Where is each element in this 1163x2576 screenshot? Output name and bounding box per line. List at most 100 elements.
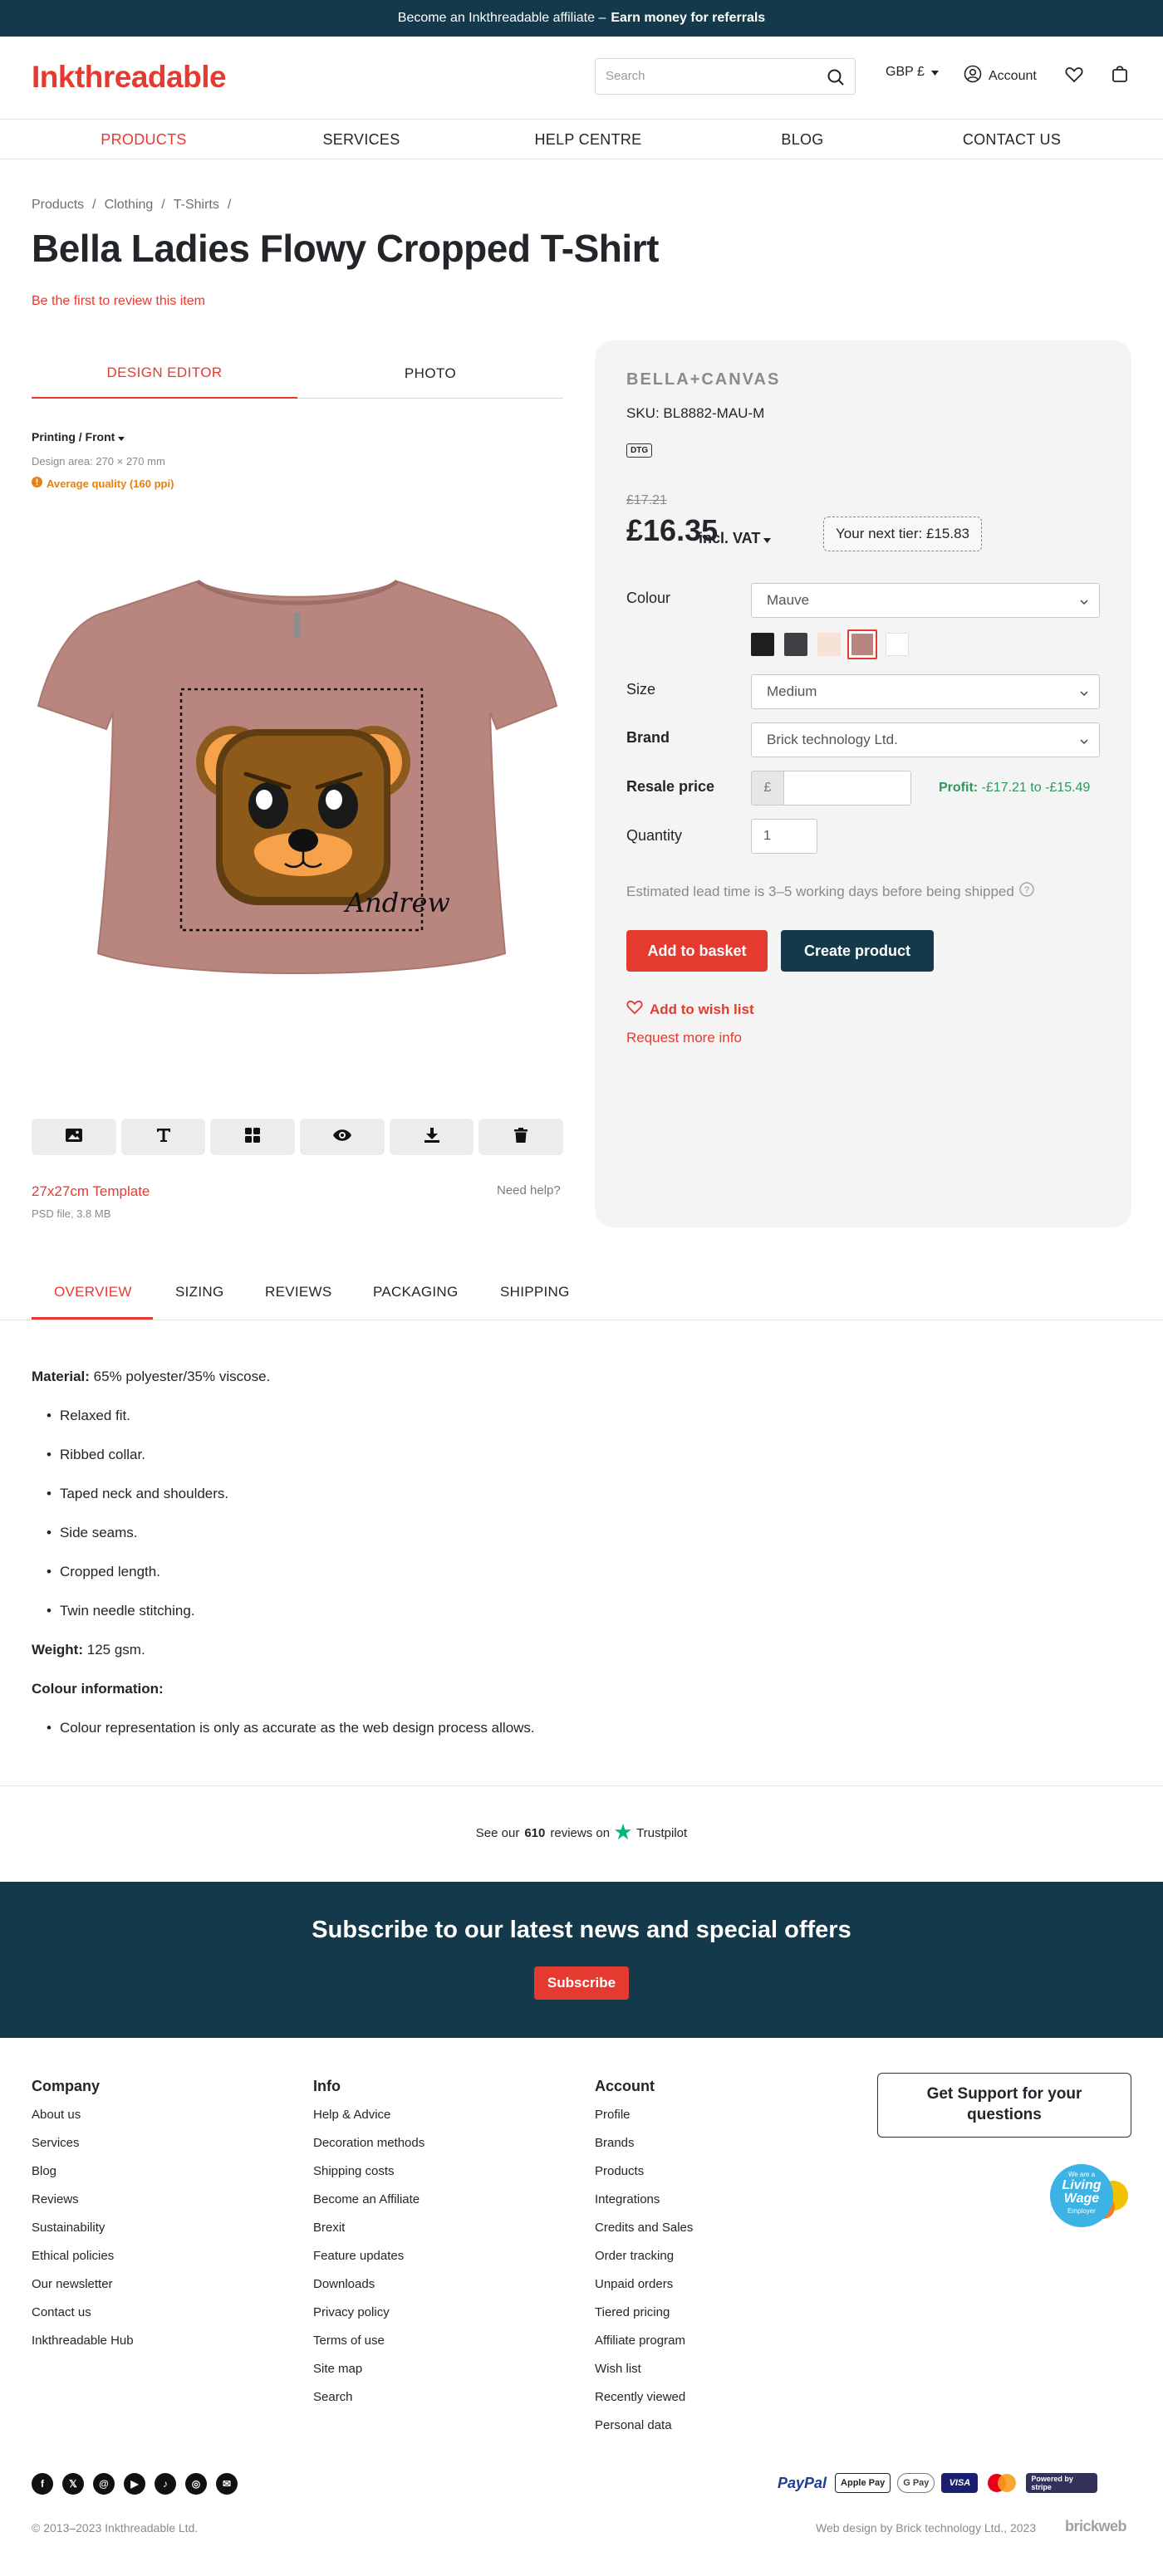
add-image-button[interactable] [32,1119,116,1155]
footer-link[interactable]: Feature updates [313,2249,404,2263]
add-to-basket-button[interactable]: Add to basket [626,930,768,972]
create-product-button[interactable]: Create product [781,930,934,972]
weight-value: 125 gsm. [86,1642,145,1658]
footer-link[interactable]: Shipping costs [313,2164,395,2178]
footer-link[interactable]: Sustainability [32,2221,105,2235]
footer-link[interactable]: About us [32,2108,81,2122]
vat-toggle[interactable]: incl. VAT [699,530,772,547]
footer-link[interactable]: Personal data [595,2418,672,2432]
tab-photo[interactable]: PHOTO [297,349,563,399]
subscribe-button[interactable]: Subscribe [534,1966,629,2000]
swatch-peach[interactable] [817,633,841,656]
footer-link[interactable]: Become an Affiliate [313,2192,420,2206]
swatch-white[interactable] [886,633,909,656]
threads-icon[interactable]: @ [93,2473,115,2495]
footer-link[interactable]: Blog [32,2164,56,2178]
footer-link[interactable]: Integrations [595,2192,660,2206]
swatch-mauve-selected[interactable] [847,629,877,659]
get-support-button[interactable]: Get Support for your questions [877,2073,1131,2138]
footer-link[interactable]: Our newsletter [32,2277,113,2291]
swatch-black[interactable] [751,633,774,656]
tab-shipping[interactable]: SHIPPING [500,1284,570,1300]
breadcrumb-tshirts[interactable]: T-Shirts [174,198,219,213]
add-clipart-button[interactable] [210,1119,296,1155]
tab-design-editor[interactable]: DESIGN EDITOR [32,349,297,399]
nav-services[interactable]: SERVICES [278,131,444,149]
footer-link[interactable]: Decoration methods [313,2136,424,2150]
trustpilot-widget[interactable]: See our 610 reviews on Trustpilot [0,1824,1163,1843]
need-help-link[interactable]: Need help? [497,1183,561,1197]
swatch-charcoal[interactable] [784,633,807,656]
footer-link[interactable]: Order tracking [595,2249,674,2263]
footer-link[interactable]: Contact us [32,2305,91,2319]
footer-link[interactable]: Site map [313,2362,362,2376]
download-button[interactable] [389,1119,474,1155]
web-design-credit[interactable]: Web design by Brick technology Ltd., 202… [816,2521,1036,2534]
resale-price-input[interactable] [783,771,911,806]
search-icon[interactable] [827,68,845,91]
footer-link[interactable]: Search [313,2390,353,2404]
footer-link[interactable]: Inkthreadable Hub [32,2334,134,2348]
quantity-input[interactable]: 1 [751,819,817,854]
currency-selector[interactable]: GBP £ [886,65,939,80]
footer-link[interactable]: Help & Advice [313,2108,390,2122]
breadcrumb-clothing[interactable]: Clothing [105,198,154,213]
nav-contact-us[interactable]: CONTACT US [929,131,1095,149]
footer-link[interactable]: Reviews [32,2192,79,2206]
nav-help-centre[interactable]: HELP CENTRE [505,131,671,149]
search-box[interactable] [595,58,856,95]
product-mockup[interactable]: Andrew [32,565,563,997]
footer-link[interactable]: Tiered pricing [595,2305,670,2319]
footer-link[interactable]: Affiliate program [595,2334,685,2348]
footer-link[interactable]: Privacy policy [313,2305,390,2319]
tab-packaging[interactable]: PACKAGING [373,1284,459,1300]
account-link[interactable]: Account [964,65,1037,87]
banner-cta[interactable]: Earn money for referrals [611,11,765,26]
help-icon[interactable]: ? [1019,882,1034,901]
add-to-wishlist-link[interactable]: Add to wish list [626,1000,754,1019]
tab-reviews[interactable]: REVIEWS [265,1284,332,1300]
footer-link[interactable]: Brexit [313,2221,345,2235]
add-text-button[interactable] [120,1119,206,1155]
delete-button[interactable] [478,1119,564,1155]
footer-link[interactable]: Profile [595,2108,631,2122]
footer-link[interactable]: Ethical policies [32,2249,114,2263]
size-select[interactable]: Medium [751,674,1100,709]
footer-link[interactable]: Credits and Sales [595,2221,693,2235]
footer-link[interactable]: Terms of use [313,2334,385,2348]
grid-icon [245,1127,261,1147]
footer-link[interactable]: Services [32,2136,80,2150]
instagram-icon[interactable]: ◎ [185,2473,207,2495]
site-logo[interactable]: Inkthreadable [32,60,227,95]
footer-link[interactable]: Downloads [313,2277,375,2291]
brand-select[interactable]: Brick technology Ltd. [751,722,1100,757]
review-link[interactable]: Be the first to review this item [32,294,205,309]
tab-overview[interactable]: OVERVIEW [54,1284,132,1300]
colour-select[interactable]: Mauve [751,583,1100,618]
footer-link[interactable]: Unpaid orders [595,2277,673,2291]
footer-link[interactable]: Wish list [595,2362,641,2376]
print-location-dropdown[interactable]: Printing / Front [32,430,125,443]
text-icon [156,1128,171,1147]
brickweb-logo[interactable]: brickweb [1065,2518,1127,2535]
search-input[interactable] [606,69,813,83]
footer-link[interactable]: Products [595,2164,644,2178]
heart-icon[interactable] [1065,66,1083,87]
nav-blog[interactable]: BLOG [719,131,886,149]
email-icon[interactable]: ✉ [216,2473,238,2495]
footer-link[interactable]: Brands [595,2136,635,2150]
bag-icon[interactable] [1111,65,1128,87]
x-icon[interactable]: 𝕏 [62,2473,84,2495]
template-download-link[interactable]: 27x27cm Template [32,1183,150,1200]
material-value: 65% polyester/35% viscose. [93,1369,271,1384]
affiliate-banner[interactable]: Become an Inkthreadable affiliate – Earn… [0,0,1163,37]
facebook-icon[interactable]: f [32,2473,53,2495]
breadcrumb-products[interactable]: Products [32,198,84,213]
youtube-icon[interactable]: ▶ [124,2473,145,2495]
tab-sizing[interactable]: SIZING [175,1284,223,1300]
footer-link[interactable]: Recently viewed [595,2390,685,2404]
tiktok-icon[interactable]: ♪ [155,2473,176,2495]
request-info-link[interactable]: Request more info [626,1030,742,1046]
nav-products[interactable]: PRODUCTS [61,131,227,149]
preview-button[interactable] [300,1119,385,1155]
